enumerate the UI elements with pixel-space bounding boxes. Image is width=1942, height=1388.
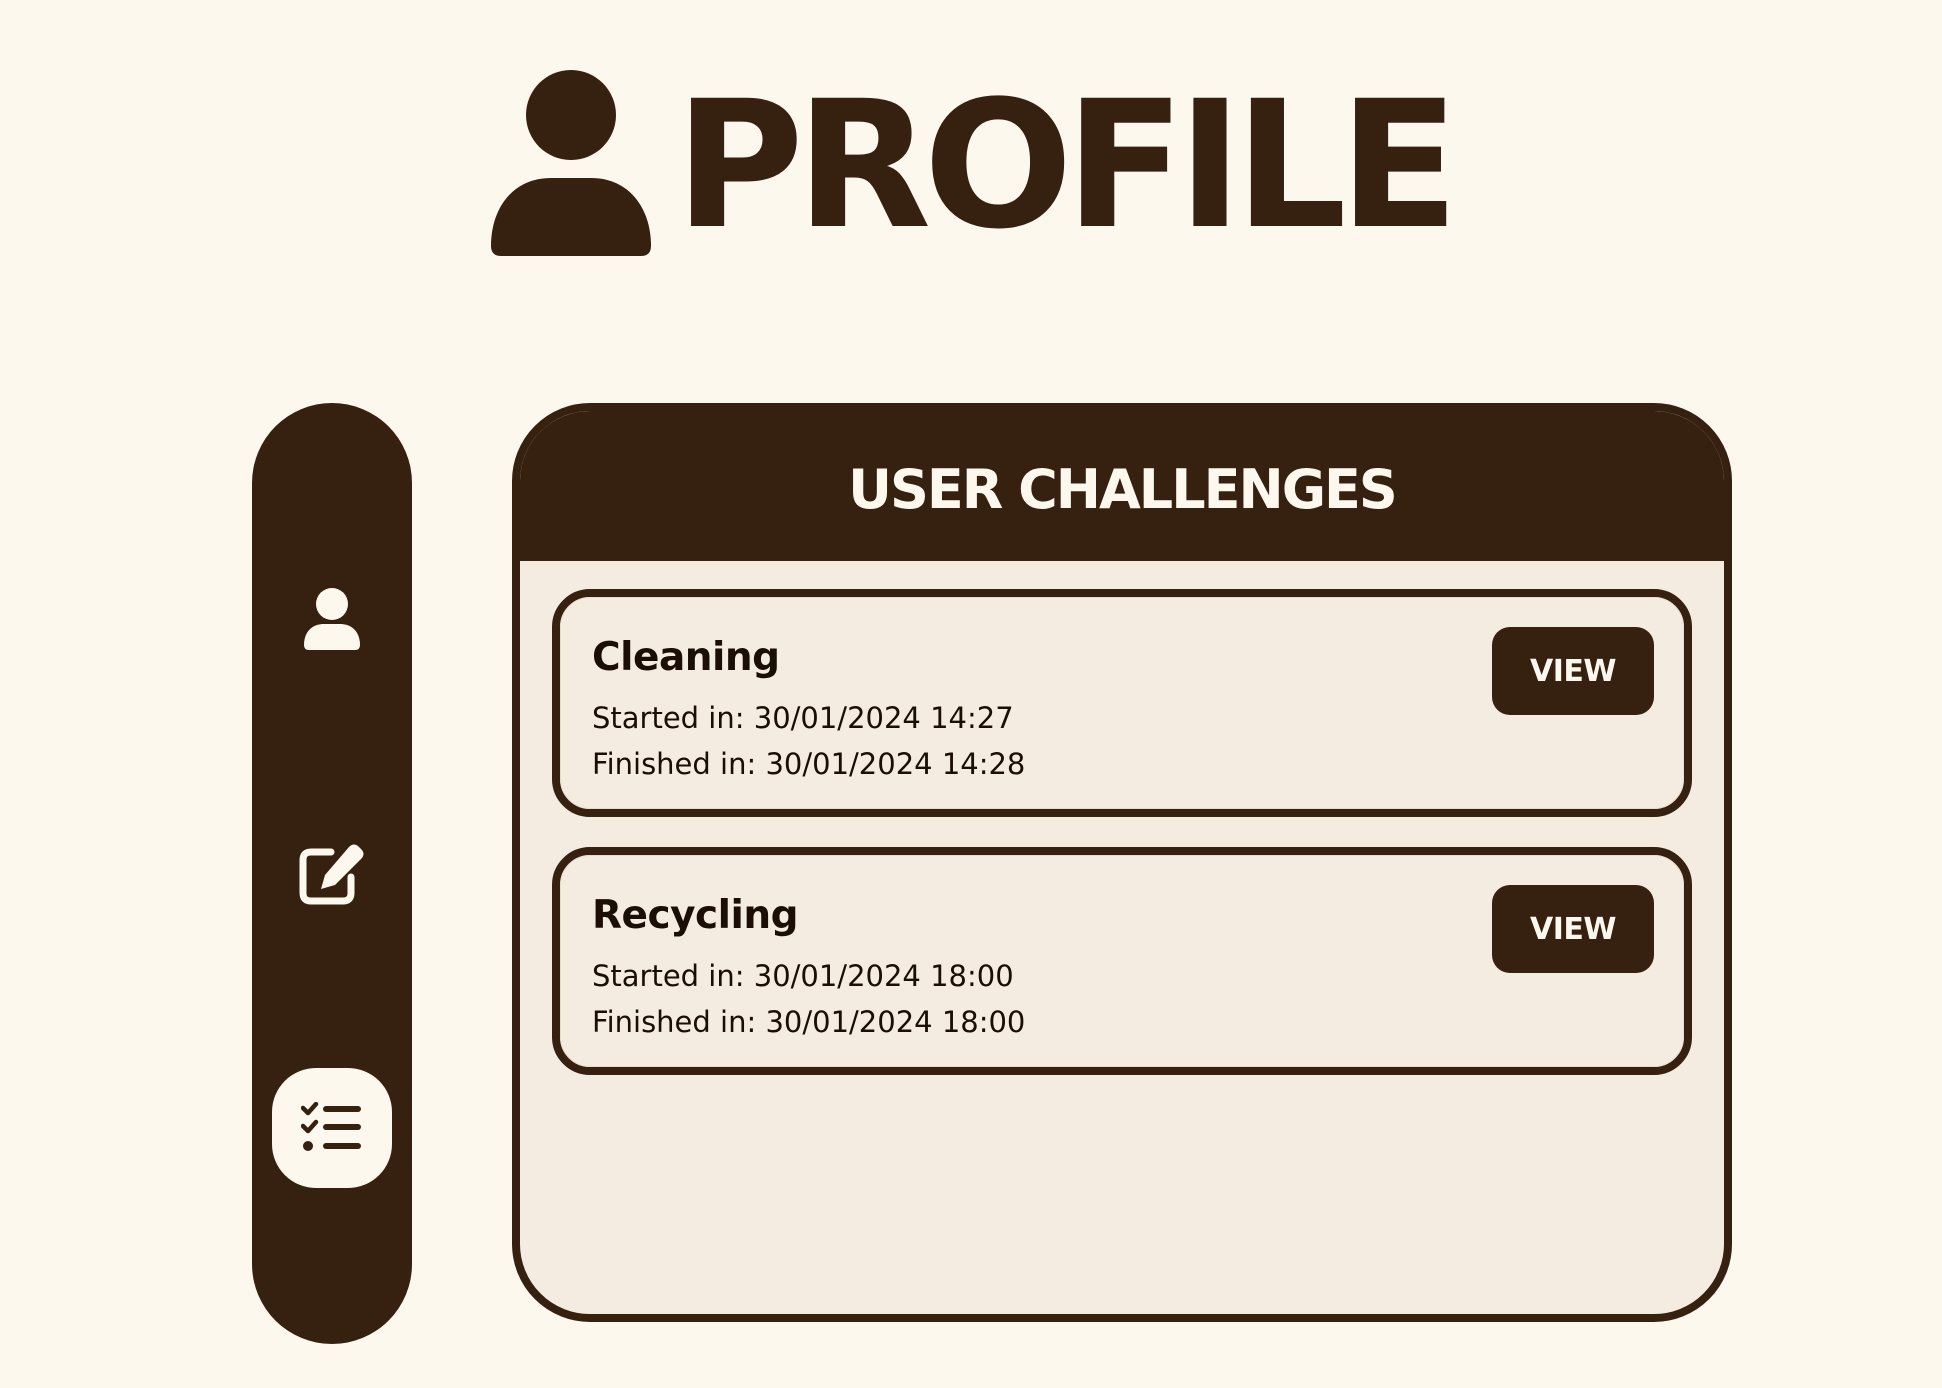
challenge-started-date: Started in: 30/01/2024 18:00 [592, 959, 1014, 993]
sidebar-item-profile[interactable] [272, 559, 392, 679]
view-button[interactable]: VIEW [1492, 885, 1654, 973]
checklist-icon [301, 1102, 363, 1154]
sidebar-item-challenges[interactable] [272, 1068, 392, 1188]
panel-title: USER CHALLENGES [848, 457, 1398, 521]
challenge-name: Cleaning [592, 635, 780, 680]
sidebar-item-edit-profile[interactable] [272, 814, 392, 934]
challenge-started-date: Started in: 30/01/2024 14:27 [592, 701, 1014, 735]
challenge-name: Recycling [592, 893, 799, 938]
challenge-finished-date: Finished in: 30/01/2024 14:28 [592, 747, 1026, 781]
user-icon [304, 588, 360, 650]
view-button[interactable]: VIEW [1492, 627, 1654, 715]
challenge-card: Recycling Started in: 30/01/2024 18:00 F… [552, 847, 1692, 1075]
sidebar [252, 403, 412, 1344]
challenge-card: Cleaning Started in: 30/01/2024 14:27 Fi… [552, 589, 1692, 817]
panel-header: USER CHALLENGES [520, 411, 1724, 561]
page-title: PROFILE [674, 63, 1459, 268]
user-icon [490, 70, 651, 256]
page-header: PROFILE [0, 58, 1942, 268]
challenge-list: Cleaning Started in: 30/01/2024 14:27 Fi… [552, 589, 1692, 1105]
challenge-finished-date: Finished in: 30/01/2024 18:00 [592, 1005, 1026, 1039]
user-challenges-panel: USER CHALLENGES Cleaning Started in: 30/… [512, 403, 1732, 1322]
edit-icon [299, 843, 365, 905]
